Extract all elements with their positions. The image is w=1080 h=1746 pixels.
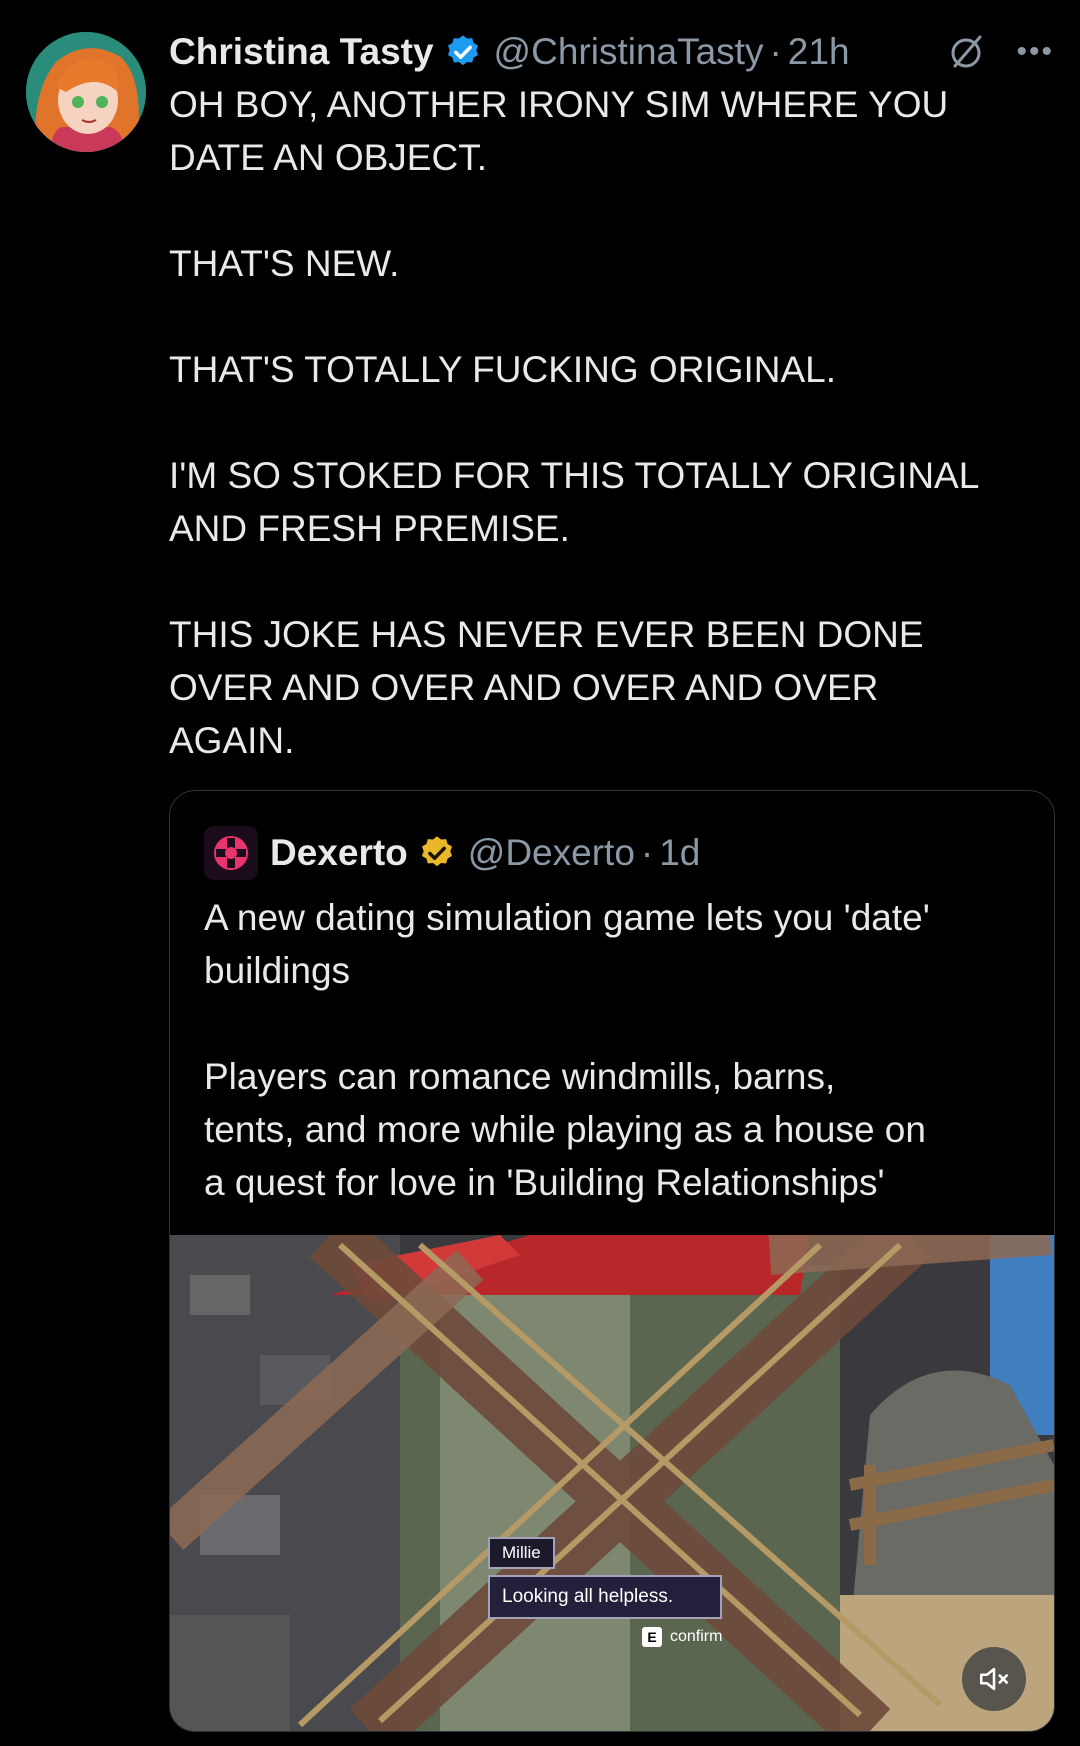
header-actions: ••• bbox=[946, 32, 1054, 72]
gold-verified-badge-icon bbox=[421, 836, 452, 867]
quoted-tweet-text: A new dating simulation game lets you 'd… bbox=[204, 897, 930, 1203]
tweet-text: OH BOY, ANOTHER IRONY SIM WHERE YOU DATE… bbox=[169, 84, 980, 761]
e-key-icon: E bbox=[642, 1627, 662, 1647]
dialog-speaker-name: Millie bbox=[488, 1537, 555, 1569]
grok-icon[interactable] bbox=[946, 32, 986, 72]
author-name[interactable]: Christina Tasty bbox=[169, 31, 434, 73]
mute-button[interactable] bbox=[962, 1647, 1026, 1711]
more-icon[interactable]: ••• bbox=[1016, 35, 1054, 69]
dialog-confirm-prompt: E confirm bbox=[642, 1627, 722, 1647]
mute-icon bbox=[979, 1667, 1009, 1691]
quoted-tweet-header: Dexerto @Dexerto · 1d bbox=[204, 825, 700, 881]
tweet-timestamp[interactable]: 21h bbox=[788, 31, 850, 73]
quoted-tweet[interactable]: Dexerto @Dexerto · 1d A new dating simul… bbox=[169, 790, 1055, 1732]
avatar[interactable] bbox=[26, 32, 146, 152]
quoted-timestamp[interactable]: 1d bbox=[659, 832, 700, 874]
author-handle[interactable]: @ChristinaTasty bbox=[494, 31, 764, 73]
quoted-video[interactable]: Millie Looking all helpless. E confirm bbox=[170, 1235, 1054, 1731]
dexerto-logo-icon[interactable] bbox=[204, 826, 258, 880]
dialog-box: Looking all helpless. bbox=[488, 1575, 722, 1619]
quoted-author-name[interactable]: Dexerto bbox=[270, 832, 408, 874]
tweet-header: Christina Tasty @ChristinaTasty · 21h ••… bbox=[169, 24, 1054, 80]
avatar-image bbox=[26, 32, 146, 152]
confirm-label: confirm bbox=[670, 1628, 723, 1645]
quoted-author-handle[interactable]: @Dexerto bbox=[468, 832, 635, 874]
quoted-separator-dot: · bbox=[640, 832, 654, 873]
separator-dot: · bbox=[769, 31, 782, 72]
verified-badge-icon bbox=[447, 35, 478, 66]
video-frame bbox=[170, 1235, 1054, 1731]
dexerto-logo-graphic bbox=[214, 836, 248, 870]
